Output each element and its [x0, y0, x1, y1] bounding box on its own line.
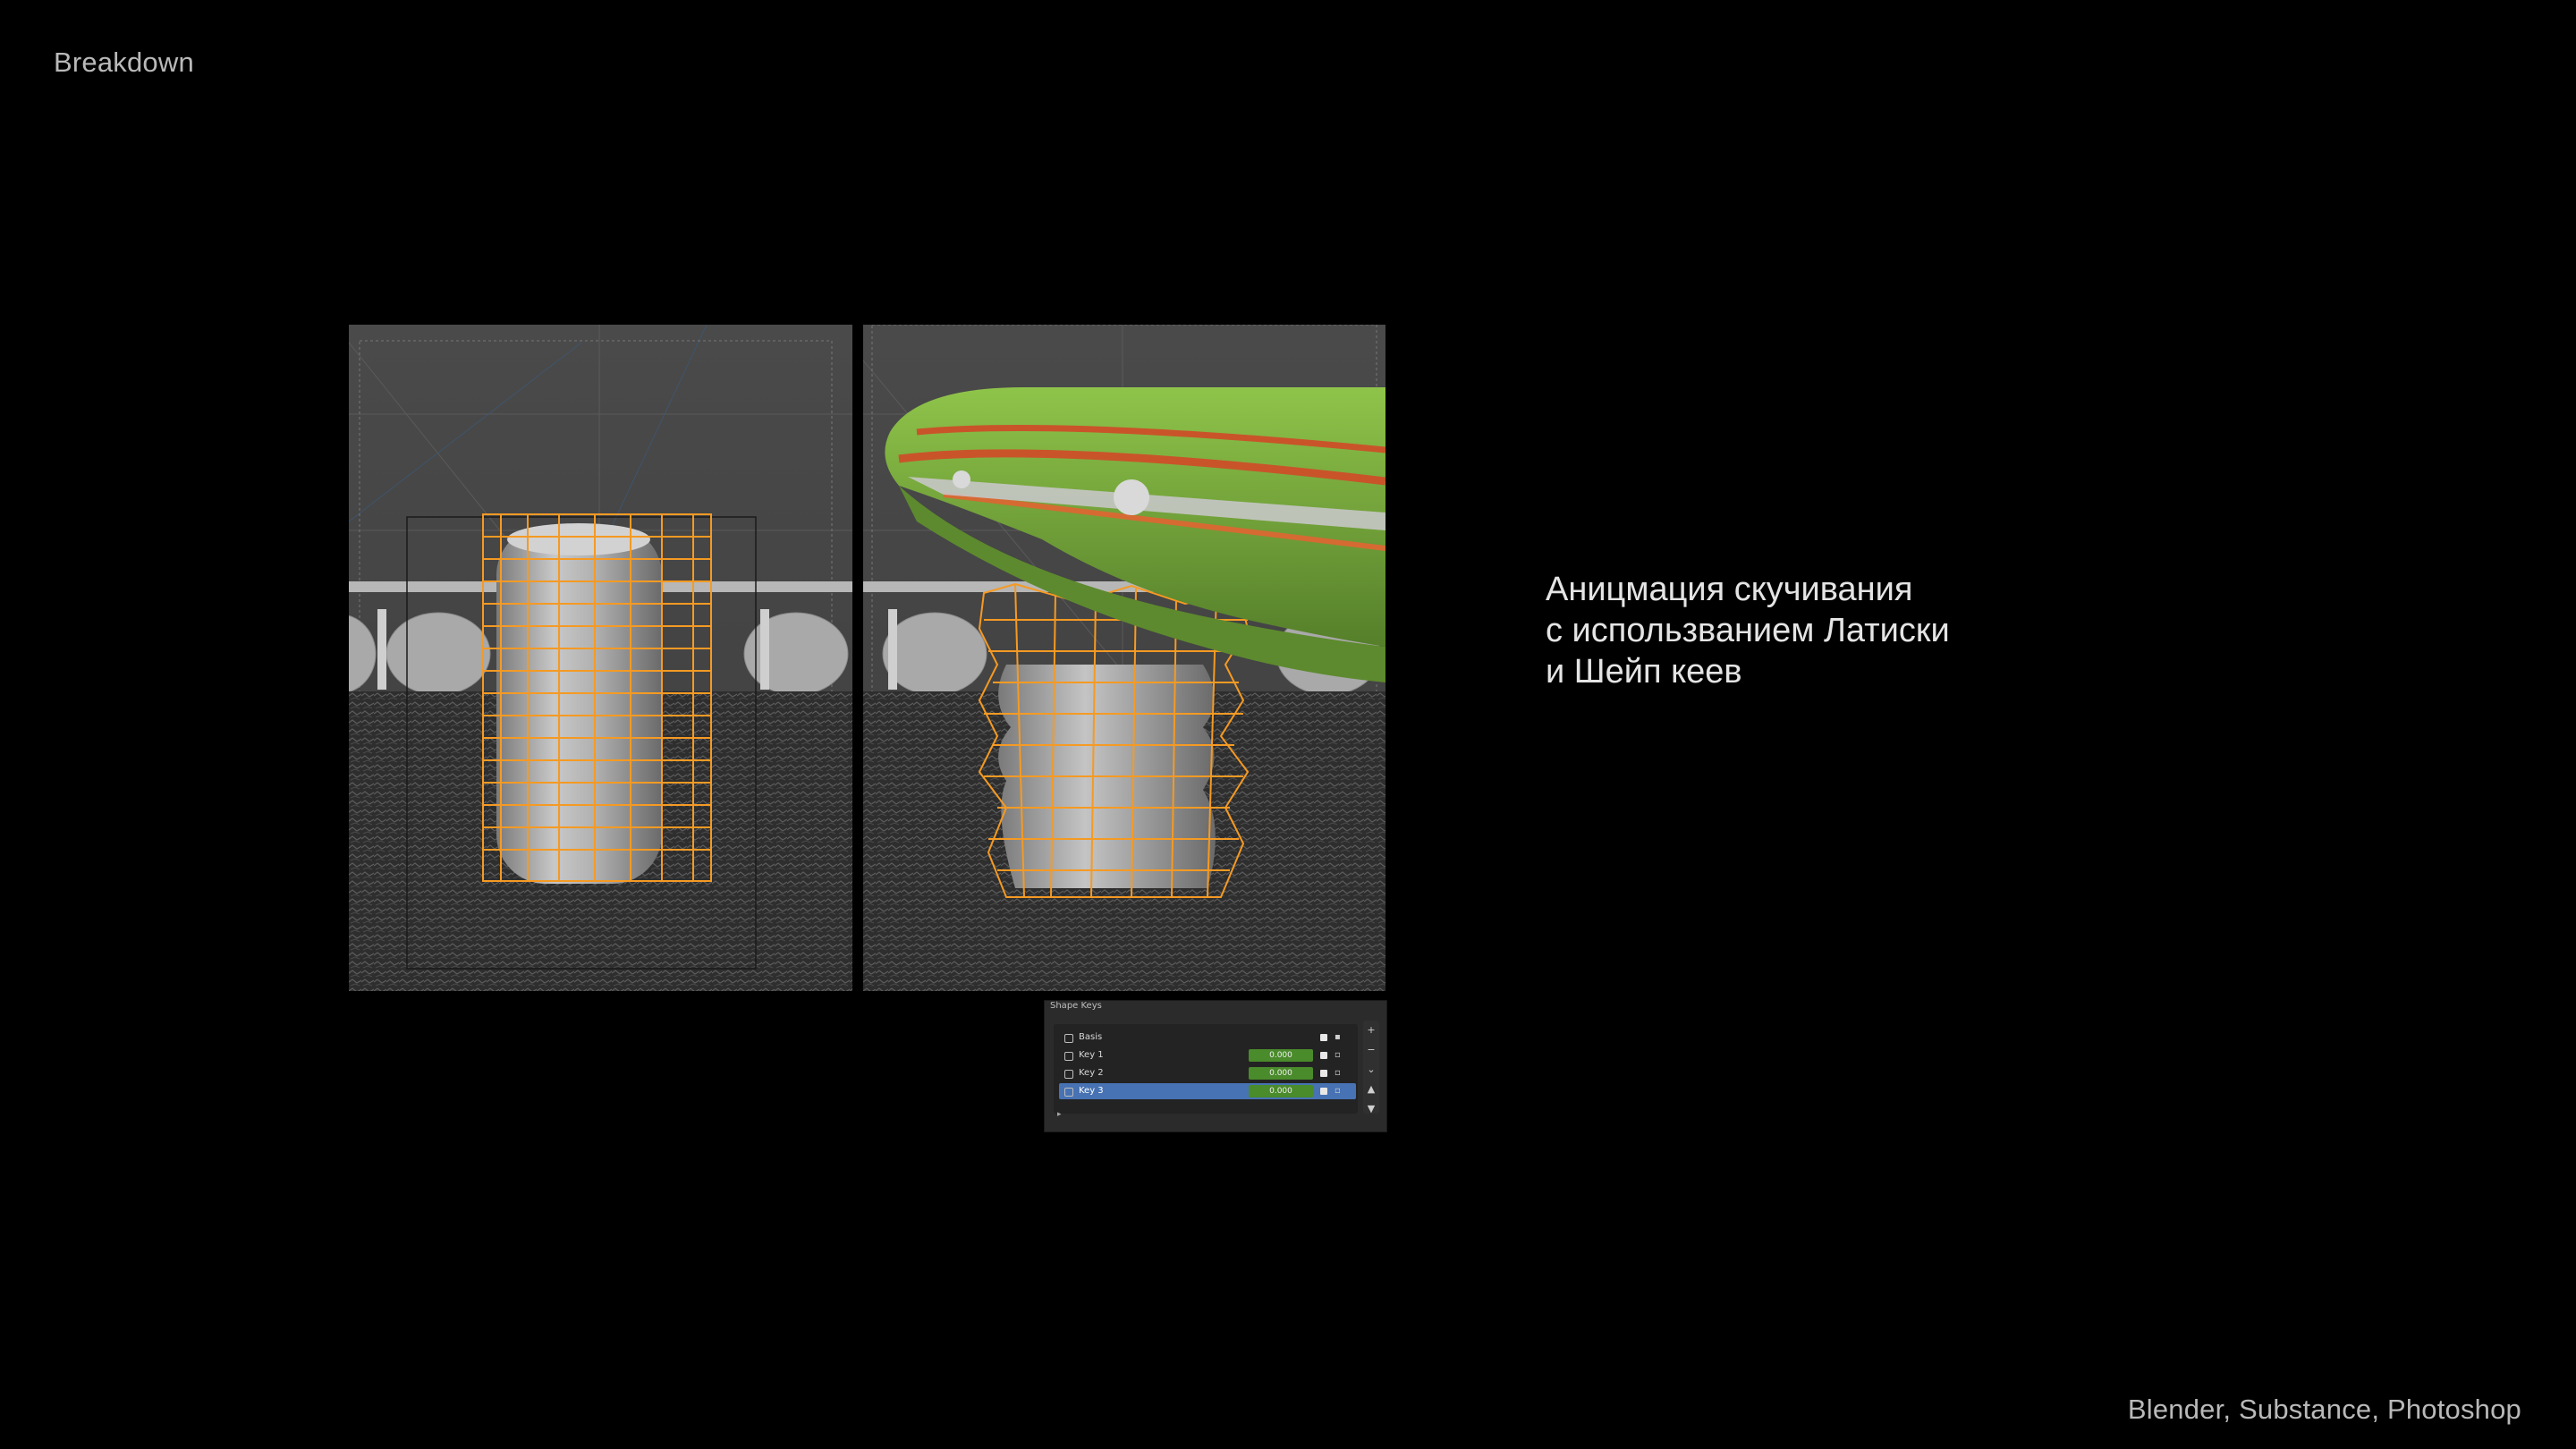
shape-keys-header[interactable]: Shape Keys [1050, 1001, 1102, 1013]
shape-key-value[interactable]: 0.000 [1249, 1049, 1313, 1062]
add-shape-key-button[interactable]: + [1363, 1021, 1379, 1040]
tools-label: Blender, Substance, Photoshop [2127, 1394, 2521, 1425]
description-text: Аницмация скучивания с использванием Лат… [1546, 569, 1950, 692]
lock-icon[interactable]: ▪ [1335, 1032, 1341, 1043]
checkbox-icon[interactable] [1320, 1088, 1327, 1095]
viewport-left[interactable] [349, 325, 852, 991]
shape-key-row-active[interactable]: Key 3 0.000 ▫ [1059, 1083, 1356, 1099]
description-line: и Шейп кеев [1546, 653, 1742, 691]
shape-key-icon [1064, 1052, 1073, 1061]
scene-can-lattice [349, 325, 852, 991]
shape-keys-panel[interactable]: Shape Keys Basis ▪ Key 1 0.000 ▫ Key 2 0… [1044, 1000, 1387, 1132]
shape-key-icon [1064, 1088, 1073, 1097]
remove-shape-key-button[interactable]: − [1363, 1040, 1379, 1060]
shape-key-name: Key 2 [1079, 1068, 1104, 1078]
shape-key-name: Key 3 [1079, 1086, 1104, 1096]
shape-key-icon [1064, 1034, 1073, 1043]
shape-keys-list[interactable]: Basis ▪ Key 1 0.000 ▫ Key 2 0.000 ▫ Key … [1054, 1024, 1358, 1114]
move-up-button[interactable]: ▲ [1363, 1080, 1379, 1099]
description-line: с использванием Латиски [1546, 612, 1950, 649]
checkbox-icon[interactable] [1320, 1070, 1327, 1077]
scene-boot-crush [863, 325, 1385, 991]
specials-menu-button[interactable]: ⌄ [1363, 1060, 1379, 1080]
shape-key-row[interactable]: Basis ▪ [1059, 1030, 1356, 1046]
move-down-button[interactable]: ▼ [1363, 1099, 1379, 1119]
checkbox-icon[interactable] [1320, 1034, 1327, 1041]
shape-key-value[interactable]: 0.000 [1249, 1085, 1313, 1097]
expand-toggle[interactable]: ▸ [1057, 1110, 1062, 1119]
section-title: Breakdown [54, 47, 194, 78]
shape-key-value[interactable]: 0.000 [1249, 1067, 1313, 1080]
description-line: Аницмация скучивания [1546, 571, 1913, 608]
lock-icon[interactable]: ▫ [1335, 1068, 1341, 1079]
lock-icon[interactable]: ▫ [1335, 1086, 1341, 1097]
shape-keys-side-buttons[interactable]: + − ⌄ ▲ ▼ [1363, 1021, 1379, 1114]
viewport-right[interactable] [863, 325, 1385, 991]
lock-icon[interactable]: ▫ [1335, 1050, 1341, 1061]
shape-key-icon [1064, 1070, 1073, 1079]
checkbox-icon[interactable] [1320, 1052, 1327, 1059]
shape-key-name: Key 1 [1079, 1050, 1104, 1060]
can-object [496, 523, 662, 884]
shape-key-name: Basis [1079, 1032, 1103, 1042]
shape-key-row[interactable]: Key 1 0.000 ▫ [1059, 1047, 1356, 1063]
shape-key-row[interactable]: Key 2 0.000 ▫ [1059, 1065, 1356, 1081]
